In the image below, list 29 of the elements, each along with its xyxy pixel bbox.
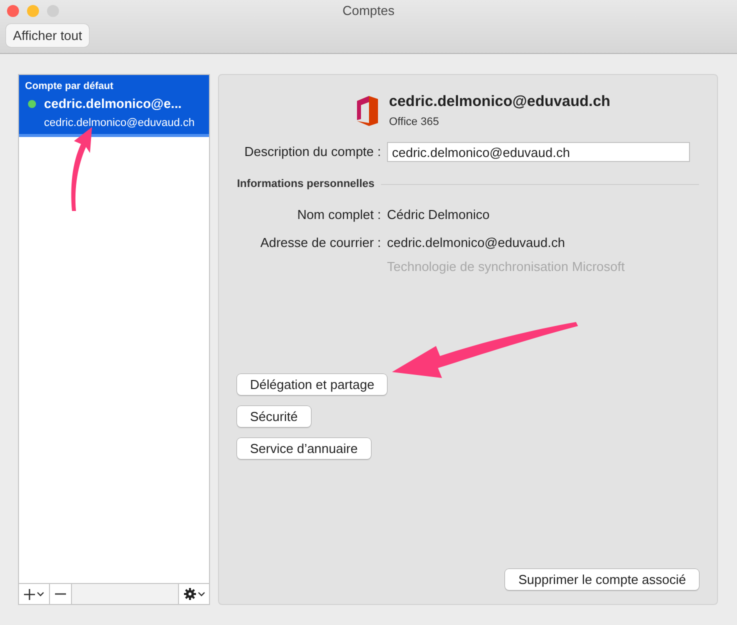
account-type: Office 365	[389, 114, 440, 130]
action-button[interactable]: Sécurité	[237, 406, 311, 427]
remove-account-button[interactable]: Supprimer le compte associé	[505, 569, 699, 590]
account-item[interactable]: Compte par défaut cedric.delmonico@e... cedric.delmonico@eduvaud.ch	[19, 75, 209, 137]
action-button[interactable]: Délégation et partage	[237, 374, 388, 395]
window-title: Comptes	[342, 2, 395, 20]
field-value: cedric.delmonico@eduvaud.ch	[387, 234, 566, 252]
caret-icon	[37, 592, 44, 596]
office-logo-icon	[355, 94, 379, 126]
account-name: cedric.delmonico@e...	[44, 95, 182, 113]
section-heading: Informations personnelles	[237, 177, 375, 192]
account-email: cedric.delmonico@eduvaud.ch	[43, 116, 196, 130]
action-menu-button[interactable]	[178, 584, 209, 604]
field-label: Description du compte :	[243, 143, 382, 162]
plus-icon	[24, 588, 35, 600]
add-button[interactable]	[19, 584, 50, 604]
field-label: Nom complet :	[296, 206, 382, 224]
field-label: Adresse de courrier :	[259, 234, 382, 252]
field-note: Technologie de synchronisation Microsoft	[387, 258, 625, 276]
action-button[interactable]: Service d’annuaire	[237, 438, 371, 459]
description-field[interactable]: cedric.delmonico@eduvaud.ch	[387, 142, 690, 162]
show-all-button[interactable]: Afficher tout	[6, 24, 90, 47]
account-heading: Compte par défaut	[24, 80, 114, 94]
field-value: Cédric Delmonico	[387, 206, 490, 224]
account-title: cedric.delmonico@eduvaud.ch	[389, 92, 610, 112]
gear-icon	[184, 588, 196, 600]
caret-icon	[198, 592, 204, 596]
remove-button[interactable]	[50, 584, 72, 604]
minus-icon	[55, 593, 66, 595]
